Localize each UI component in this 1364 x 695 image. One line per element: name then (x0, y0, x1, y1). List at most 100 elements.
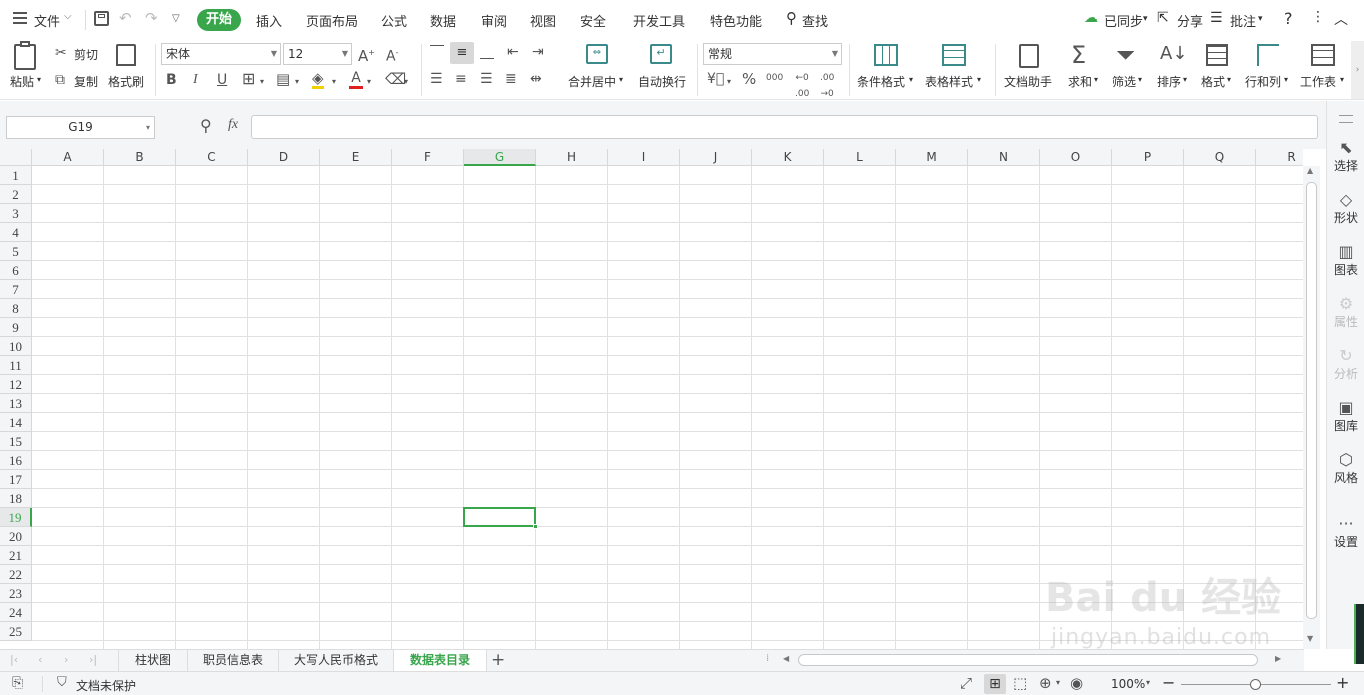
chevron-down-icon[interactable]: ▾ (1143, 14, 1148, 24)
column-header[interactable]: M (896, 149, 968, 166)
copy-icon[interactable]: ⧉ (55, 72, 65, 88)
name-box[interactable]: G19 ▾ (6, 116, 155, 139)
column-header[interactable]: R (1256, 149, 1303, 166)
splitter-handle[interactable]: ⁞ (766, 653, 769, 664)
page-layout-view-icon[interactable]: ⊕ (1039, 674, 1052, 692)
row-header[interactable]: 1 (0, 166, 32, 185)
sheet-tab[interactable]: 职员信息表 (188, 650, 279, 672)
row-header[interactable]: 7 (0, 280, 32, 299)
normal-view-icon[interactable]: ⊞ (984, 674, 1006, 694)
file-menu[interactable]: 文件 (34, 11, 60, 30)
row-header[interactable]: 22 (0, 565, 32, 584)
panel-gallery[interactable]: ▣ 图库 (1327, 399, 1364, 434)
fullscreen-icon[interactable]: ⤢ (960, 674, 972, 692)
panel-analysis[interactable]: ↻ 分析 (1327, 347, 1364, 382)
tab-view[interactable]: 视图 (530, 11, 556, 30)
vertical-scrollbar[interactable]: ▲ ▼ (1303, 166, 1320, 649)
search-button[interactable]: 查找 (802, 11, 828, 30)
column-header[interactable]: D (248, 149, 320, 166)
conditional-format-button[interactable]: 条件格式 (857, 73, 905, 90)
sync-status[interactable]: 已同步 (1104, 11, 1143, 30)
merge-center-button[interactable]: 合并居中 (568, 73, 616, 90)
zoom-level[interactable]: 100% (1111, 677, 1145, 691)
column-header[interactable]: H (536, 149, 608, 166)
next-sheet-icon[interactable]: › (64, 653, 68, 666)
save-icon[interactable] (94, 11, 109, 26)
row-header[interactable]: 16 (0, 451, 32, 470)
rows-cols-button[interactable]: 行和列 (1245, 73, 1281, 90)
row-header[interactable]: 6 (0, 261, 32, 280)
worksheet-icon[interactable] (1311, 44, 1335, 66)
help-icon[interactable]: ? (1284, 9, 1293, 28)
row-header[interactable]: 23 (0, 584, 32, 603)
zoom-in-button[interactable]: + (1336, 673, 1349, 692)
panel-shape[interactable]: ◇ 形状 (1327, 191, 1364, 226)
column-header[interactable]: L (824, 149, 896, 166)
panel-chart[interactable]: ▥ 图表 (1327, 243, 1364, 278)
scroll-up-icon[interactable]: ▲ (1307, 166, 1313, 175)
chevron-down-icon[interactable]: ▾ (367, 74, 371, 90)
eye-protection-icon[interactable]: ◉ (1070, 674, 1083, 692)
row-header[interactable]: 24 (0, 603, 32, 622)
chevron-down-icon[interactable]: ▾ (1340, 75, 1344, 84)
chevron-down-icon[interactable]: ▾ (727, 74, 731, 90)
row-header[interactable]: 21 (0, 546, 32, 565)
chevron-down-icon[interactable]: ▾ (1258, 14, 1263, 24)
row-header[interactable]: 11 (0, 356, 32, 375)
row-header[interactable]: 12 (0, 375, 32, 394)
row-header[interactable]: 5 (0, 242, 32, 261)
chevron-down-icon[interactable]: ▾ (404, 74, 408, 90)
share-button[interactable]: 分享 (1177, 11, 1203, 30)
align-top-icon[interactable]: ⎺ (430, 44, 444, 60)
tab-data[interactable]: 数据 (430, 11, 456, 30)
selected-cell[interactable] (463, 507, 538, 529)
collapse-ribbon-icon[interactable]: ︿ (1334, 9, 1348, 29)
scroll-left-icon[interactable]: ◀ (783, 654, 789, 663)
currency-icon[interactable]: ¥⃝ (707, 71, 724, 87)
doc-helper-icon[interactable] (1019, 44, 1039, 68)
comment-button[interactable]: 批注 (1230, 11, 1256, 30)
scissors-icon[interactable]: ✂ (55, 45, 67, 61)
formula-input[interactable] (251, 115, 1318, 139)
column-header[interactable]: I (608, 149, 680, 166)
chevron-down-icon[interactable]: ▾ (909, 75, 913, 84)
chevron-down-icon[interactable]: ▾ (1284, 75, 1288, 84)
column-header[interactable]: J (680, 149, 752, 166)
row-header[interactable]: 19 (0, 508, 32, 527)
cloud-sync-icon[interactable]: ☁ (1084, 10, 1098, 26)
indent-decrease-icon[interactable]: ⇤ (507, 44, 519, 60)
row-header[interactable]: 3 (0, 204, 32, 223)
protection-status[interactable]: 文档未保护 (76, 677, 136, 694)
panel-select[interactable]: ⬉ 选择 (1327, 139, 1364, 174)
paste-button[interactable]: 粘贴 (10, 73, 34, 90)
increase-decimal-icon[interactable]: ←0.00 (795, 70, 809, 102)
tab-developer[interactable]: 开发工具 (633, 11, 685, 30)
distributed-icon[interactable]: ⇹ (530, 71, 542, 87)
chevron-down-icon[interactable]: ▾ (1138, 75, 1142, 84)
hamburger-icon[interactable] (13, 12, 27, 24)
bold-button[interactable]: B (166, 72, 177, 88)
wrap-text-icon[interactable]: ↵ (650, 44, 672, 64)
chevron-down-icon[interactable]: ▾ (295, 74, 299, 90)
row-header[interactable]: 8 (0, 299, 32, 318)
row-header[interactable]: 18 (0, 489, 32, 508)
panel-settings[interactable]: ··· 设置 (1327, 515, 1364, 550)
sum-button[interactable]: 求和 (1068, 73, 1092, 90)
increase-font-icon[interactable]: A+ (358, 45, 375, 64)
tab-page-layout[interactable]: 页面布局 (306, 11, 358, 30)
format-icon[interactable] (1206, 44, 1228, 66)
row-header[interactable]: 20 (0, 527, 32, 546)
chevron-down-icon[interactable]: ▾ (1056, 678, 1060, 687)
thousands-button[interactable]: 000 (766, 70, 783, 86)
column-header[interactable]: C (176, 149, 248, 166)
table-style-icon[interactable] (942, 44, 966, 66)
zoom-slider-thumb[interactable] (1250, 679, 1261, 690)
row-header[interactable]: 17 (0, 470, 32, 489)
sort-button[interactable]: 排序 (1157, 73, 1181, 90)
column-header[interactable]: E (320, 149, 392, 166)
underline-button[interactable]: U (217, 72, 227, 88)
add-sheet-button[interactable]: + (491, 650, 505, 670)
rows-cols-icon[interactable] (1257, 44, 1279, 66)
wrap-text-button[interactable]: 自动换行 (638, 73, 686, 90)
redo-icon[interactable]: ↷ (145, 9, 158, 27)
